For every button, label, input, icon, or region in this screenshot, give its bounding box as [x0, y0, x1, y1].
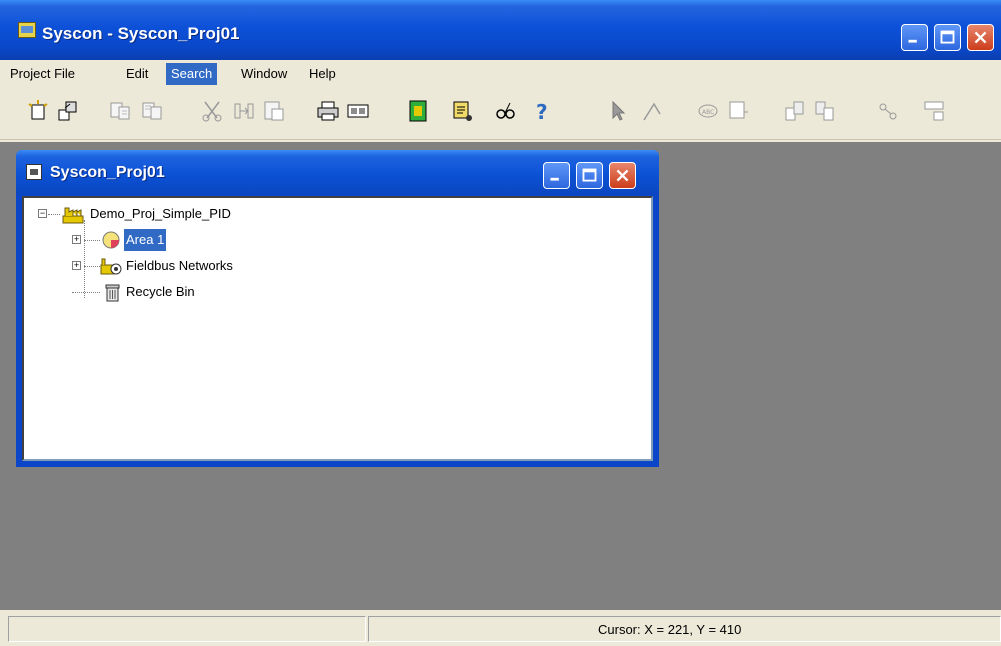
copy-icon [234, 103, 254, 119]
menu-project-file[interactable]: Project File [5, 63, 80, 85]
tag-icon: ABC [698, 104, 718, 118]
tree-node-fieldbus[interactable]: Fieldbus Networks [124, 255, 235, 277]
menu-search[interactable]: Search [166, 63, 218, 85]
new-icon [28, 100, 48, 120]
project-tree[interactable]: − Demo_Proj_Simple_PID + Area 1 + Fieldb… [22, 196, 653, 461]
link-button[interactable] [640, 98, 664, 124]
save-button[interactable] [108, 98, 132, 124]
toolbar: ? ABC [0, 88, 1001, 140]
maximize-icon [582, 168, 597, 182]
tree-node-area[interactable]: Area 1 [124, 229, 167, 251]
view-icon [496, 102, 515, 119]
tree-connector [84, 220, 85, 298]
download-icon [815, 101, 834, 121]
project-window: Syscon_Proj01 − Demo_Proj_Simple_PID + A… [16, 150, 659, 467]
status-bar: Cursor: X = 221, Y = 410 [0, 610, 1001, 646]
menu-help[interactable]: Help [304, 63, 341, 85]
open-button[interactable] [56, 98, 80, 124]
tree-connector [84, 240, 100, 241]
status-pane-cursor: Cursor: X = 221, Y = 410 [368, 616, 1001, 642]
maximize-button[interactable] [934, 24, 961, 51]
svg-text:?: ? [536, 100, 548, 124]
print-icon [317, 101, 339, 121]
script-button[interactable] [450, 98, 474, 124]
block-button[interactable] [726, 98, 750, 124]
help-icon: ? [536, 100, 548, 124]
tree-connector [72, 292, 100, 293]
child-minimize-button[interactable] [543, 162, 570, 189]
upload-button[interactable] [782, 98, 806, 124]
help-button[interactable]: ? [530, 98, 554, 124]
block-icon [729, 101, 748, 119]
tree-connector [48, 214, 60, 215]
fieldbus-network-icon [100, 258, 122, 275]
cursor-position-text: Cursor: X = 221, Y = 410 [598, 622, 742, 637]
menu-window[interactable]: Window [236, 63, 292, 85]
network-icon [879, 103, 897, 120]
tree-node-root[interactable]: Demo_Proj_Simple_PID [88, 203, 233, 225]
tree-node-recycle-bin[interactable]: Recycle Bin [124, 281, 197, 303]
menu-bar: Project File Edit Search Window Help [0, 60, 1001, 88]
title-bar[interactable]: Syscon - Syscon_Proj01 [0, 0, 1001, 60]
config-icon [924, 101, 944, 121]
minimize-icon [908, 39, 917, 43]
recycle-bin-icon [105, 284, 120, 302]
paste-icon [264, 101, 284, 121]
download-button[interactable] [812, 98, 836, 124]
status-pane-left [8, 616, 366, 642]
config-button[interactable] [922, 98, 946, 124]
cut-icon [202, 101, 222, 122]
save-all-icon [142, 102, 162, 120]
pointer-button[interactable] [606, 98, 630, 124]
copy-button[interactable] [232, 98, 256, 124]
close-button[interactable] [967, 24, 994, 51]
export-button[interactable] [406, 98, 430, 124]
tree-connector [84, 266, 100, 267]
area-icon [102, 231, 120, 249]
expand-toggle[interactable]: + [72, 235, 81, 244]
maximize-icon [940, 30, 955, 44]
project-icon [26, 164, 42, 180]
paste-button[interactable] [262, 98, 286, 124]
script-icon [453, 101, 472, 121]
network-button[interactable] [876, 98, 900, 124]
minimize-icon [550, 177, 559, 181]
tag-button[interactable]: ABC [696, 98, 720, 124]
project-window-title-bar[interactable]: Syscon_Proj01 [16, 150, 659, 194]
pointer-icon [612, 100, 626, 121]
syscon-application: Syscon - Syscon_Proj01 Project File Edit… [0, 0, 1001, 646]
close-icon [974, 31, 987, 44]
cut-button[interactable] [200, 98, 224, 124]
export-icon [409, 100, 427, 122]
view-button[interactable] [494, 98, 518, 124]
close-icon [616, 169, 629, 182]
plant-icon [62, 207, 84, 224]
window-title: Syscon - Syscon_Proj01 [42, 24, 240, 43]
collapse-toggle[interactable]: − [38, 209, 47, 218]
minimize-button[interactable] [901, 24, 928, 51]
upload-icon [785, 101, 804, 121]
child-maximize-button[interactable] [576, 162, 603, 189]
link-icon [643, 102, 661, 121]
print-preview-icon [347, 104, 369, 118]
menu-edit[interactable]: Edit [121, 63, 153, 85]
print-preview-button[interactable] [346, 98, 370, 124]
open-icon [58, 101, 77, 121]
app-icon [18, 22, 36, 38]
new-button[interactable] [26, 98, 50, 124]
child-close-button[interactable] [609, 162, 636, 189]
save-all-button[interactable] [140, 98, 164, 124]
save-icon [110, 102, 130, 120]
project-window-title: Syscon_Proj01 [50, 164, 165, 181]
print-button[interactable] [316, 98, 340, 124]
svg-text:ABC: ABC [702, 109, 714, 116]
expand-toggle[interactable]: + [72, 261, 81, 270]
